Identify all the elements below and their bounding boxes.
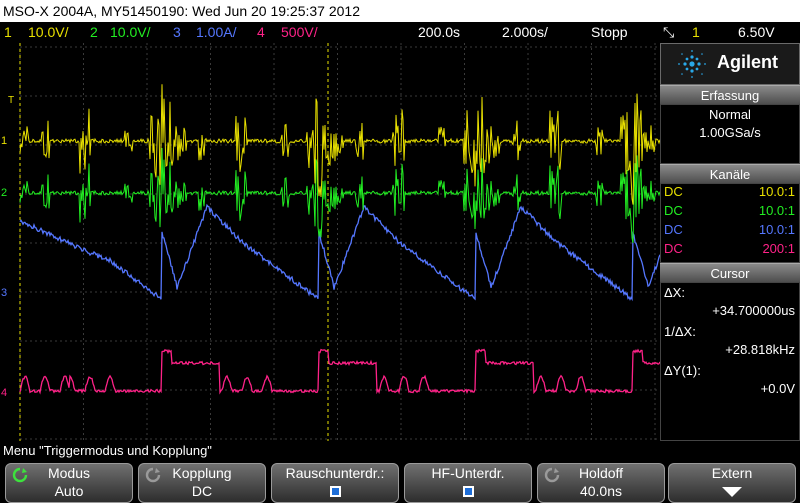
- ch3-waveform: [19, 203, 661, 302]
- horizontal-delay[interactable]: 200.0s: [418, 22, 460, 42]
- ch1-ground-marker[interactable]: 1: [1, 135, 7, 147]
- cursor-header: Cursor: [660, 263, 800, 283]
- ch1-waveform: [19, 84, 661, 205]
- acquisition-box: Normal 1.00GSa/s: [660, 104, 800, 164]
- run-state[interactable]: Stopp: [591, 22, 628, 42]
- trigger-level-marker[interactable]: T: [8, 95, 14, 106]
- channels-header: Kanäle: [660, 164, 800, 184]
- softkey-modus[interactable]: Modus Auto: [5, 463, 133, 503]
- softkey-hf-unterdrueckung[interactable]: HF-Unterdr.: [404, 463, 532, 503]
- ch2-waveform: [19, 147, 661, 243]
- agilent-logo: Agilent: [660, 43, 800, 85]
- delta-x-label: ΔX:: [664, 285, 685, 300]
- softkey-kopplung-value: DC: [191, 483, 213, 499]
- delta-x-value: +34.700000us: [712, 303, 795, 318]
- softkey-extern-label: Extern: [711, 465, 753, 481]
- softkey-kopplung-label: Kopplung: [172, 465, 232, 481]
- ch3-scale[interactable]: 1.00A/: [196, 22, 236, 42]
- cursor-box: ΔX: +34.700000us 1/ΔX: +28.818kHz ΔY(1):…: [660, 282, 800, 441]
- ch4-ground-marker[interactable]: 4: [1, 387, 7, 399]
- ch2-ground-marker[interactable]: 2: [1, 187, 7, 199]
- ch4-number[interactable]: 4: [257, 22, 265, 42]
- ch1-scale[interactable]: 10.0V/: [28, 22, 68, 42]
- trigger-edge-icon: ⤡: [663, 24, 675, 40]
- softkey-bar: Modus Auto Kopplung DC Rauschunterdr.: H…: [0, 461, 800, 503]
- acquisition-header: Erfassung: [660, 85, 800, 105]
- trigger-level[interactable]: 6.50V: [738, 22, 775, 42]
- channels-box: DC 10.0:1 DC 10.0:1 DC 10.0:1 DC 200:1: [660, 183, 800, 263]
- delta-y-value: +0.0V: [760, 381, 795, 396]
- checkbox-icon[interactable]: [329, 486, 341, 497]
- ch4-waveform: [19, 348, 661, 395]
- inv-delta-x-value: +28.818kHz: [725, 342, 795, 357]
- delta-y-label: ΔY(1):: [664, 363, 701, 378]
- sample-rate: 1.00GSa/s: [699, 125, 761, 140]
- softkey-rausch-label: Rauschunterdr.:: [285, 465, 385, 481]
- ch2-probe: 10.0:1: [758, 203, 795, 218]
- waveform-canvas: T 1 2 3 4: [1, 43, 661, 441]
- checkbox-icon[interactable]: [462, 486, 474, 497]
- acquisition-mode: Normal: [709, 107, 751, 122]
- ch1-number[interactable]: 1: [4, 22, 12, 42]
- softkey-holdoff-value: 40.0ns: [579, 483, 623, 499]
- softkey-hf-label: HF-Unterdr.: [431, 465, 505, 481]
- ch2-coupling: DC: [664, 203, 683, 218]
- ch2-number[interactable]: 2: [90, 22, 98, 42]
- ch3-number[interactable]: 3: [173, 22, 181, 42]
- softkey-extern[interactable]: Extern: [668, 463, 796, 503]
- ch4-probe: 200:1: [762, 241, 795, 256]
- window-title: MSO-X 2004A, MY51450190: Wed Jun 20 19:2…: [0, 0, 800, 22]
- timebase-scale[interactable]: 2.000s/: [502, 22, 548, 42]
- ch4-scale[interactable]: 500V/: [281, 22, 318, 42]
- ch1-coupling: DC: [664, 184, 683, 199]
- ch3-ground-marker[interactable]: 3: [1, 287, 7, 299]
- ch1-probe: 10.0:1: [758, 184, 795, 199]
- arrow-down-icon: [722, 487, 742, 497]
- ch3-probe: 10.0:1: [758, 222, 795, 237]
- ch2-scale[interactable]: 10.0V/: [110, 22, 150, 42]
- inv-delta-x-label: 1/ΔX:: [664, 324, 696, 339]
- softkey-modus-value: Auto: [54, 483, 84, 499]
- softkey-holdoff-label: Holdoff: [578, 465, 624, 481]
- menu-title: Menu "Triggermodus und Kopplung": [3, 443, 212, 458]
- trigger-source[interactable]: 1: [692, 22, 700, 42]
- waveform-display[interactable]: T 1 2 3 4: [0, 43, 661, 441]
- softkey-rauschunterdrueckung[interactable]: Rauschunterdr.:: [271, 463, 399, 503]
- agilent-spark-icon: [678, 50, 706, 78]
- softkey-kopplung[interactable]: Kopplung DC: [138, 463, 266, 503]
- status-bar: 1 10.0V/ 2 10.0V/ 3 1.00A/ 4 500V/ 200.0…: [0, 22, 800, 42]
- ch3-coupling: DC: [664, 222, 683, 237]
- brand-name: Agilent: [717, 52, 778, 72]
- softkey-modus-label: Modus: [47, 465, 91, 481]
- ch4-coupling: DC: [664, 241, 683, 256]
- side-panel: Agilent Erfassung Normal 1.00GSa/s Kanäl…: [660, 43, 800, 441]
- softkey-holdoff[interactable]: Holdoff 40.0ns: [537, 463, 665, 503]
